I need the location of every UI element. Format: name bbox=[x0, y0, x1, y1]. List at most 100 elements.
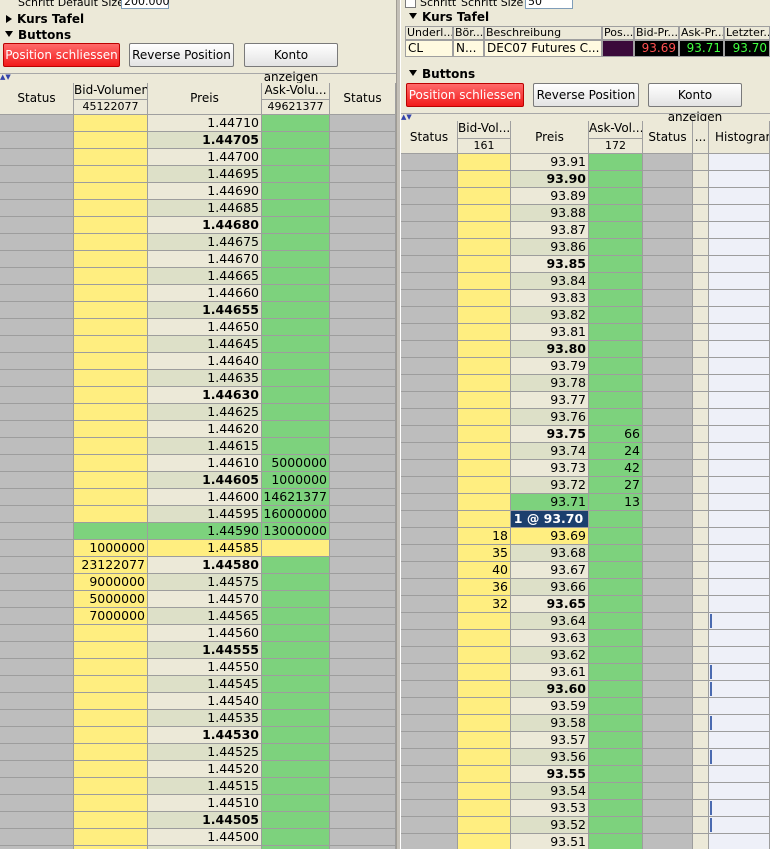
status-cell[interactable] bbox=[401, 358, 458, 375]
ask-volume-cell[interactable] bbox=[589, 613, 643, 630]
right-col-status2-header[interactable]: Status bbox=[643, 121, 693, 154]
bid-volume-cell[interactable] bbox=[74, 829, 148, 846]
bid-volume-cell[interactable] bbox=[74, 761, 148, 778]
ask-volume-cell[interactable] bbox=[589, 222, 643, 239]
status2-cell[interactable] bbox=[643, 358, 693, 375]
bid-volume-cell[interactable]: 5000000 bbox=[74, 591, 148, 608]
histogram-cell[interactable] bbox=[709, 715, 770, 732]
status-cell[interactable] bbox=[0, 744, 74, 761]
status2-cell[interactable] bbox=[330, 778, 396, 795]
price-cell[interactable]: 1.44675 bbox=[148, 234, 262, 251]
status-cell[interactable] bbox=[0, 710, 74, 727]
bid-volume-cell[interactable] bbox=[74, 472, 148, 489]
price-cell[interactable]: 93.62 bbox=[511, 647, 589, 664]
status-cell[interactable] bbox=[401, 154, 458, 171]
status-cell[interactable] bbox=[0, 268, 74, 285]
ask-volume-cell[interactable]: 24 bbox=[589, 443, 643, 460]
bid-volume-cell[interactable] bbox=[458, 630, 511, 647]
quote-value-cell[interactable] bbox=[602, 40, 634, 57]
ask-volume-cell[interactable] bbox=[262, 149, 330, 166]
status2-cell[interactable] bbox=[643, 239, 693, 256]
price-cell[interactable]: 1.44595 bbox=[148, 506, 262, 523]
status-cell[interactable] bbox=[401, 732, 458, 749]
right-reverse-position-button[interactable]: Reverse Position bbox=[533, 83, 639, 107]
status-cell[interactable] bbox=[401, 222, 458, 239]
price-cell[interactable]: 1.44645 bbox=[148, 336, 262, 353]
price-cell[interactable]: 1.44510 bbox=[148, 795, 262, 812]
bid-volume-cell[interactable] bbox=[74, 370, 148, 387]
status-cell[interactable] bbox=[0, 608, 74, 625]
status2-cell[interactable] bbox=[643, 800, 693, 817]
right-step-size-input[interactable]: 50 bbox=[525, 0, 573, 9]
ask-volume-cell[interactable] bbox=[262, 676, 330, 693]
price-cell[interactable]: 93.83 bbox=[511, 290, 589, 307]
price-cell[interactable]: 93.61 bbox=[511, 664, 589, 681]
histogram-cell[interactable] bbox=[709, 460, 770, 477]
ask-volume-cell[interactable] bbox=[589, 749, 643, 766]
status2-cell[interactable] bbox=[330, 234, 396, 251]
ask-volume-cell[interactable] bbox=[589, 358, 643, 375]
price-cell[interactable]: 93.63 bbox=[511, 630, 589, 647]
status2-cell[interactable] bbox=[643, 341, 693, 358]
bid-volume-cell[interactable]: 32 bbox=[458, 596, 511, 613]
bid-volume-cell[interactable] bbox=[74, 268, 148, 285]
price-cell[interactable]: 1.44685 bbox=[148, 200, 262, 217]
histogram-cell[interactable] bbox=[709, 188, 770, 205]
close-position-button[interactable]: Position schliessen bbox=[3, 43, 120, 67]
bid-volume-cell[interactable] bbox=[458, 154, 511, 171]
ask-volume-cell[interactable] bbox=[589, 562, 643, 579]
price-cell[interactable]: 1.44550 bbox=[148, 659, 262, 676]
ask-volume-cell[interactable] bbox=[262, 608, 330, 625]
price-cell[interactable]: 1.44635 bbox=[148, 370, 262, 387]
bid-volume-cell[interactable] bbox=[458, 239, 511, 256]
ask-volume-cell[interactable] bbox=[589, 681, 643, 698]
status-cell[interactable] bbox=[0, 659, 74, 676]
bid-volume-cell[interactable] bbox=[458, 477, 511, 494]
ask-volume-cell[interactable] bbox=[589, 171, 643, 188]
status2-cell[interactable] bbox=[330, 795, 396, 812]
bid-volume-cell[interactable] bbox=[74, 625, 148, 642]
price-cell[interactable]: 1.44680 bbox=[148, 217, 262, 234]
status2-cell[interactable] bbox=[330, 387, 396, 404]
ask-volume-cell[interactable] bbox=[262, 285, 330, 302]
price-cell[interactable]: 93.71 bbox=[511, 494, 589, 511]
histogram-cell[interactable] bbox=[709, 698, 770, 715]
histogram-cell[interactable] bbox=[709, 783, 770, 800]
quote-header-cell[interactable]: Letzter... bbox=[724, 26, 770, 40]
status2-cell[interactable] bbox=[330, 676, 396, 693]
col-ask-volume-header[interactable]: Ask-Volu... 49621377 bbox=[262, 83, 330, 115]
status2-cell[interactable] bbox=[330, 523, 396, 540]
bid-volume-cell[interactable] bbox=[458, 715, 511, 732]
histogram-cell[interactable] bbox=[709, 766, 770, 783]
status2-cell[interactable] bbox=[330, 455, 396, 472]
quote-header-cell[interactable]: Underl... bbox=[405, 26, 453, 40]
dots-cell[interactable] bbox=[693, 222, 709, 239]
ask-volume-cell[interactable] bbox=[589, 324, 643, 341]
bid-volume-cell[interactable] bbox=[458, 341, 511, 358]
dots-cell[interactable] bbox=[693, 545, 709, 562]
status-cell[interactable] bbox=[0, 727, 74, 744]
bid-volume-cell[interactable] bbox=[74, 438, 148, 455]
ask-volume-cell[interactable] bbox=[262, 625, 330, 642]
status2-cell[interactable] bbox=[330, 132, 396, 149]
dots-cell[interactable] bbox=[693, 324, 709, 341]
histogram-cell[interactable] bbox=[709, 256, 770, 273]
bid-volume-cell[interactable] bbox=[458, 681, 511, 698]
bid-volume-cell[interactable] bbox=[458, 698, 511, 715]
status-cell[interactable] bbox=[0, 404, 74, 421]
quote-value-cell[interactable]: 93.71 bbox=[679, 40, 724, 57]
status-cell[interactable] bbox=[0, 200, 74, 217]
ask-volume-cell[interactable] bbox=[262, 574, 330, 591]
col-price-header[interactable]: Preis bbox=[148, 83, 262, 115]
price-cell[interactable]: 1.44545 bbox=[148, 676, 262, 693]
price-cell[interactable]: 93.72 bbox=[511, 477, 589, 494]
ask-volume-cell[interactable] bbox=[262, 557, 330, 574]
ask-volume-cell[interactable] bbox=[262, 370, 330, 387]
price-cell[interactable]: 1.44690 bbox=[148, 183, 262, 200]
status2-cell[interactable] bbox=[330, 370, 396, 387]
dots-cell[interactable] bbox=[693, 579, 709, 596]
ask-volume-cell[interactable] bbox=[589, 290, 643, 307]
status-cell[interactable] bbox=[401, 494, 458, 511]
quote-header-cell[interactable]: Pos... bbox=[602, 26, 634, 40]
quote-header-cell[interactable]: Bör... bbox=[453, 26, 484, 40]
